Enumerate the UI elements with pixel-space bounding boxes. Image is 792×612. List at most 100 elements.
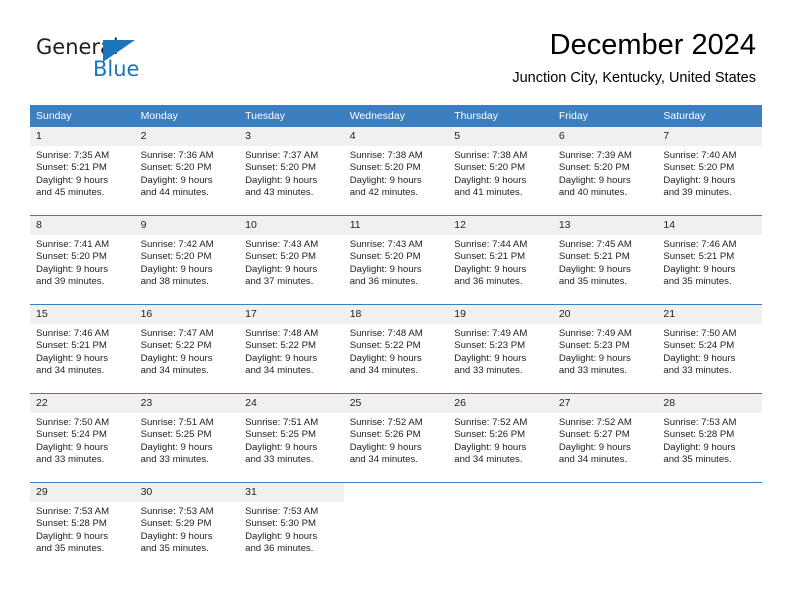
day-cell[interactable]: 25 Sunrise: 7:52 AM Sunset: 5:26 PM Dayl… bbox=[343, 393, 449, 483]
day-cell[interactable]: 3 Sunrise: 7:37 AM Sunset: 5:20 PM Dayli… bbox=[239, 127, 344, 216]
day-details: Sunrise: 7:38 AM Sunset: 5:20 PM Dayligh… bbox=[344, 146, 449, 200]
sunset-text: Sunset: 5:21 PM bbox=[36, 162, 107, 174]
daylight-text-line1: Daylight: 9 hours bbox=[454, 441, 527, 453]
day-details: Sunrise: 7:44 AM Sunset: 5:21 PM Dayligh… bbox=[448, 235, 553, 289]
day-cell[interactable]: 2 Sunrise: 7:36 AM Sunset: 5:20 PM Dayli… bbox=[134, 127, 240, 216]
sunrise-text: Sunrise: 7:40 AM bbox=[663, 150, 737, 161]
sunrise-text: Sunrise: 7:52 AM bbox=[454, 417, 528, 428]
day-cell[interactable]: 29 Sunrise: 7:53 AM Sunset: 5:28 PM Dayl… bbox=[30, 482, 135, 571]
day-cell[interactable]: 26 Sunrise: 7:52 AM Sunset: 5:26 PM Dayl… bbox=[448, 393, 553, 483]
sunrise-text: Sunrise: 7:38 AM bbox=[454, 150, 528, 161]
sunset-text: Sunset: 5:26 PM bbox=[349, 429, 421, 441]
sunset-text: Sunset: 5:23 PM bbox=[558, 340, 630, 352]
sunset-text: Sunset: 5:23 PM bbox=[454, 340, 526, 352]
day-cell[interactable]: 5 Sunrise: 7:38 AM Sunset: 5:20 PM Dayli… bbox=[448, 127, 553, 216]
day-cell[interactable]: 19 Sunrise: 7:49 AM Sunset: 5:23 PM Dayl… bbox=[448, 304, 553, 394]
daylight-text-line2: and 35 minutes. bbox=[663, 454, 732, 466]
daylight-text-line2: and 33 minutes. bbox=[454, 365, 523, 377]
day-cell[interactable]: 18 Sunrise: 7:48 AM Sunset: 5:22 PM Dayl… bbox=[343, 304, 449, 394]
day-details: Sunrise: 7:53 AM Sunset: 5:29 PM Dayligh… bbox=[135, 502, 240, 556]
day-cell[interactable]: 21 Sunrise: 7:50 AM Sunset: 5:24 PM Dayl… bbox=[657, 304, 762, 394]
sunrise-text: Sunrise: 7:46 AM bbox=[663, 239, 737, 250]
day-cell-empty bbox=[552, 482, 658, 571]
sunrise-text: Sunrise: 7:41 AM bbox=[36, 239, 110, 250]
brand-logo: General Blue bbox=[36, 36, 216, 88]
day-cell[interactable]: 15 Sunrise: 7:46 AM Sunset: 5:21 PM Dayl… bbox=[30, 304, 135, 394]
day-cell[interactable]: 12 Sunrise: 7:44 AM Sunset: 5:21 PM Dayl… bbox=[448, 215, 553, 305]
day-details: Sunrise: 7:43 AM Sunset: 5:20 PM Dayligh… bbox=[239, 235, 344, 289]
day-number: 7 bbox=[657, 127, 762, 146]
day-number: 31 bbox=[239, 483, 344, 502]
day-cell[interactable]: 27 Sunrise: 7:52 AM Sunset: 5:27 PM Dayl… bbox=[552, 393, 658, 483]
sunrise-text: Sunrise: 7:36 AM bbox=[140, 150, 214, 161]
day-cell[interactable]: 4 Sunrise: 7:38 AM Sunset: 5:20 PM Dayli… bbox=[343, 127, 449, 216]
day-cell[interactable]: 20 Sunrise: 7:49 AM Sunset: 5:23 PM Dayl… bbox=[552, 304, 658, 394]
sunrise-text: Sunrise: 7:53 AM bbox=[140, 506, 214, 517]
calendar-week-row: 15 Sunrise: 7:46 AM Sunset: 5:21 PM Dayl… bbox=[30, 304, 762, 394]
sunset-text: Sunset: 5:20 PM bbox=[349, 162, 421, 174]
sunset-text: Sunset: 5:20 PM bbox=[245, 251, 317, 263]
day-number: 9 bbox=[134, 216, 240, 235]
sunrise-text: Sunrise: 7:35 AM bbox=[36, 150, 110, 161]
daylight-text-line1: Daylight: 9 hours bbox=[349, 263, 422, 275]
calendar-header-row: Sunday Monday Tuesday Wednesday Thursday… bbox=[30, 105, 762, 127]
day-cell[interactable]: 9 Sunrise: 7:42 AM Sunset: 5:20 PM Dayli… bbox=[134, 215, 240, 305]
day-number: 12 bbox=[448, 216, 553, 235]
day-cell[interactable]: 7 Sunrise: 7:40 AM Sunset: 5:20 PM Dayli… bbox=[657, 127, 762, 216]
daylight-text-line1: Daylight: 9 hours bbox=[663, 174, 736, 186]
daylight-text-line1: Daylight: 9 hours bbox=[245, 441, 318, 453]
daylight-text-line2: and 36 minutes. bbox=[245, 543, 314, 555]
day-cell[interactable]: 24 Sunrise: 7:51 AM Sunset: 5:25 PM Dayl… bbox=[239, 393, 344, 483]
sunset-text: Sunset: 5:20 PM bbox=[454, 162, 526, 174]
day-cell[interactable]: 23 Sunrise: 7:51 AM Sunset: 5:25 PM Dayl… bbox=[134, 393, 240, 483]
daylight-text-line1: Daylight: 9 hours bbox=[663, 352, 736, 364]
day-cell[interactable]: 8 Sunrise: 7:41 AM Sunset: 5:20 PM Dayli… bbox=[30, 215, 135, 305]
daylight-text-line2: and 45 minutes. bbox=[36, 187, 105, 199]
day-cell[interactable]: 22 Sunrise: 7:50 AM Sunset: 5:24 PM Dayl… bbox=[30, 393, 135, 483]
daylight-text-line2: and 39 minutes. bbox=[663, 187, 732, 199]
day-details: Sunrise: 7:45 AM Sunset: 5:21 PM Dayligh… bbox=[553, 235, 658, 289]
day-number: 11 bbox=[343, 216, 449, 235]
sunrise-text: Sunrise: 7:53 AM bbox=[36, 506, 110, 517]
daylight-text-line2: and 35 minutes. bbox=[36, 543, 105, 555]
day-number bbox=[343, 483, 449, 502]
daylight-text-line2: and 34 minutes. bbox=[454, 454, 523, 466]
day-cell[interactable]: 1 Sunrise: 7:35 AM Sunset: 5:21 PM Dayli… bbox=[30, 127, 135, 216]
day-number: 16 bbox=[134, 305, 240, 324]
daylight-text-line2: and 33 minutes. bbox=[663, 365, 732, 377]
daylight-text-line2: and 33 minutes. bbox=[245, 454, 314, 466]
day-cell[interactable]: 30 Sunrise: 7:53 AM Sunset: 5:29 PM Dayl… bbox=[134, 482, 240, 571]
weekday-header-thursday: Thursday bbox=[448, 105, 553, 127]
daylight-text-line2: and 33 minutes. bbox=[36, 454, 105, 466]
daylight-text-line1: Daylight: 9 hours bbox=[36, 441, 108, 453]
day-cell[interactable]: 10 Sunrise: 7:43 AM Sunset: 5:20 PM Dayl… bbox=[239, 215, 344, 305]
day-number: 22 bbox=[30, 394, 135, 413]
daylight-text-line2: and 35 minutes. bbox=[558, 276, 628, 288]
day-cell[interactable]: 28 Sunrise: 7:53 AM Sunset: 5:28 PM Dayl… bbox=[657, 393, 762, 483]
day-details: Sunrise: 7:52 AM Sunset: 5:27 PM Dayligh… bbox=[553, 413, 658, 467]
day-cell[interactable]: 17 Sunrise: 7:48 AM Sunset: 5:22 PM Dayl… bbox=[239, 304, 344, 394]
sunrise-text: Sunrise: 7:51 AM bbox=[245, 417, 319, 428]
calendar-week-row: 29 Sunrise: 7:53 AM Sunset: 5:28 PM Dayl… bbox=[30, 482, 762, 571]
day-details: Sunrise: 7:53 AM Sunset: 5:30 PM Dayligh… bbox=[239, 502, 344, 556]
day-number: 20 bbox=[552, 305, 658, 324]
daylight-text-line1: Daylight: 9 hours bbox=[140, 352, 213, 364]
day-cell[interactable]: 11 Sunrise: 7:43 AM Sunset: 5:20 PM Dayl… bbox=[343, 215, 449, 305]
daylight-text-line1: Daylight: 9 hours bbox=[140, 441, 213, 453]
day-cell[interactable]: 16 Sunrise: 7:47 AM Sunset: 5:22 PM Dayl… bbox=[134, 304, 240, 394]
day-number: 23 bbox=[134, 394, 240, 413]
day-cell[interactable]: 13 Sunrise: 7:45 AM Sunset: 5:21 PM Dayl… bbox=[552, 215, 658, 305]
sunrise-text: Sunrise: 7:53 AM bbox=[663, 417, 737, 428]
day-cell-empty bbox=[343, 482, 449, 571]
day-number bbox=[657, 483, 762, 502]
sunset-text: Sunset: 5:21 PM bbox=[558, 251, 630, 263]
day-cell[interactable]: 14 Sunrise: 7:46 AM Sunset: 5:21 PM Dayl… bbox=[657, 215, 762, 305]
daylight-text-line1: Daylight: 9 hours bbox=[663, 263, 736, 275]
calendar-week-row: 22 Sunrise: 7:50 AM Sunset: 5:24 PM Dayl… bbox=[30, 393, 762, 483]
daylight-text-line2: and 41 minutes. bbox=[454, 187, 523, 199]
day-cell[interactable]: 6 Sunrise: 7:39 AM Sunset: 5:20 PM Dayli… bbox=[552, 127, 658, 216]
sunset-text: Sunset: 5:22 PM bbox=[140, 340, 212, 352]
day-details: Sunrise: 7:50 AM Sunset: 5:24 PM Dayligh… bbox=[657, 324, 762, 378]
sunset-text: Sunset: 5:21 PM bbox=[36, 340, 107, 352]
day-cell[interactable]: 31 Sunrise: 7:53 AM Sunset: 5:30 PM Dayl… bbox=[239, 482, 344, 571]
